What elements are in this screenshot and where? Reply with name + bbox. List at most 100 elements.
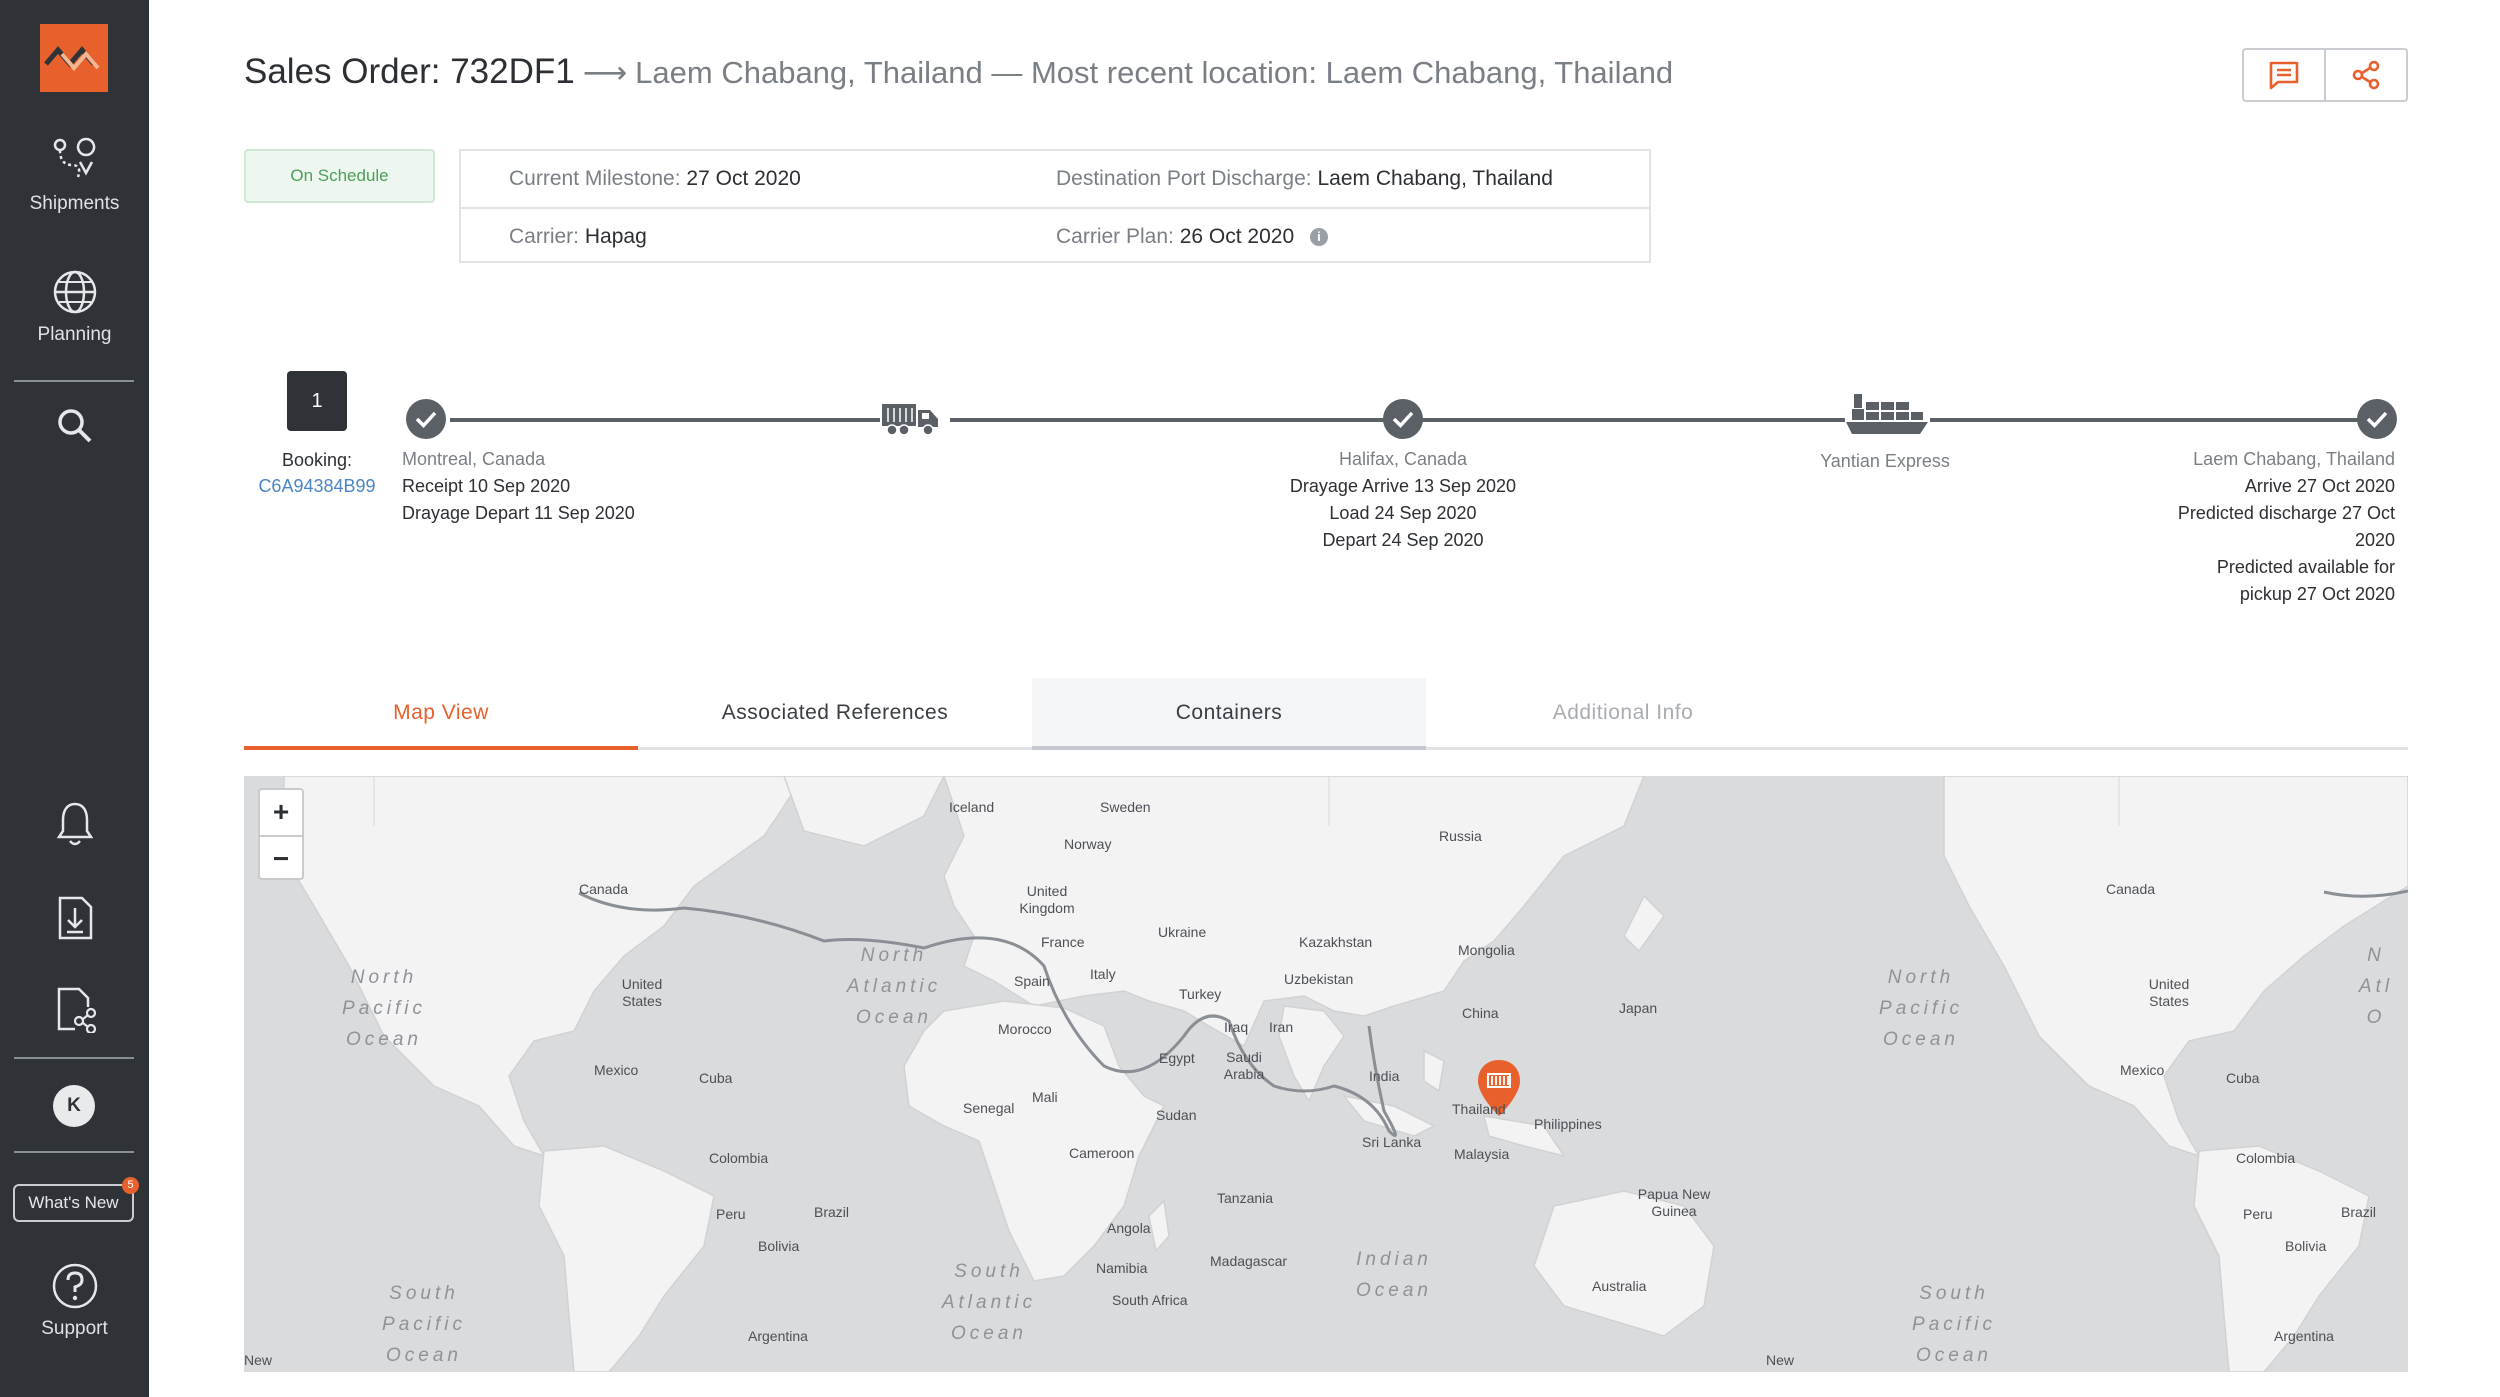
map-label: Angola <box>1107 1220 1151 1236</box>
ocean-label: South Pacific Ocean <box>1912 1283 1996 1366</box>
map-label: Philippines <box>1534 1116 1602 1132</box>
download-document-icon <box>58 896 92 940</box>
ocean-label: North Pacific Ocean <box>1879 967 1963 1050</box>
map-label: Argentina <box>748 1328 808 1344</box>
bell-icon <box>56 802 93 846</box>
stop-place: Halifax, Canada <box>1338 449 1468 469</box>
map-label: Bolivia <box>2285 1238 2327 1254</box>
map-label: Mongolia <box>1458 942 1515 958</box>
sidebar-support[interactable]: Support <box>0 1262 149 1340</box>
stop-event: Depart 24 Sep 2020 <box>1322 530 1484 550</box>
sidebar-notifications[interactable] <box>0 800 149 848</box>
map-label: China <box>1462 1005 1499 1021</box>
avatar[interactable]: K <box>53 1085 95 1127</box>
map-label: South Africa <box>1112 1292 1188 1308</box>
page-subtitle: Laem Chabang, Thailand — Most recent loc… <box>635 55 1674 90</box>
destination-value: Laem Chabang, Thailand <box>1317 167 1553 190</box>
comment-button[interactable] <box>2244 50 2324 100</box>
milestone-check-icon <box>1383 399 1423 439</box>
sidebar-item-planning[interactable]: Planning <box>0 268 149 346</box>
help-icon <box>52 1263 97 1309</box>
sidebar-item-label: Support <box>41 1318 108 1339</box>
sidebar-shared-documents[interactable] <box>0 985 149 1033</box>
stop-place: Montreal, Canada <box>402 449 546 469</box>
map-label: Ukraine <box>1158 924 1207 940</box>
stop-event: Predicted available for <box>2216 557 2395 577</box>
map-label: Peru <box>2243 1206 2273 1222</box>
timeline-stop-origin: Montreal, Canada Receipt 10 Sep 2020 Dra… <box>402 446 635 527</box>
milestone-check-icon <box>406 399 446 439</box>
stop-place: Laem Chabang, Thailand <box>2193 449 2395 469</box>
map-label: Brazil <box>814 1204 850 1220</box>
map-label: Sweden <box>1100 799 1151 815</box>
sidebar-item-label: Shipments <box>29 193 120 214</box>
tab-map-view[interactable]: Map View <box>244 678 638 750</box>
tab-containers[interactable]: Containers <box>1032 678 1426 750</box>
ocean-label: Indian Ocean <box>1356 1249 1432 1301</box>
zoom-in-button[interactable]: + <box>260 790 302 835</box>
info-row: Current Milestone: 27 Oct 2020 Destinati… <box>461 151 1649 207</box>
map-label: Norway <box>1064 836 1112 852</box>
map-label: Thailand <box>1452 1101 1506 1117</box>
map-label: Cuba <box>2226 1070 2260 1086</box>
info-icon[interactable]: i <box>1309 228 1328 246</box>
map-label: Italy <box>1090 966 1116 982</box>
carrier-plan-value: 26 Oct 2020 <box>1179 225 1295 248</box>
map-label: Turkey <box>1179 986 1222 1002</box>
sidebar-item-label: Planning <box>37 324 112 345</box>
map-label: Spain <box>1014 973 1050 989</box>
map-label: Cameroon <box>1069 1145 1135 1161</box>
globe-icon <box>53 270 96 314</box>
timeline-segment <box>1930 418 2370 422</box>
share-button[interactable] <box>2324 50 2406 100</box>
current-milestone-label: Current Milestone: <box>509 167 681 190</box>
carrier-plan: Carrier Plan: 26 Oct 2020 i <box>1056 225 1328 249</box>
tab-associated-references[interactable]: Associated References <box>638 678 1032 750</box>
zoom-control: + − <box>258 788 304 880</box>
timeline-segment <box>950 418 1385 422</box>
vessel-name: Yantian Express <box>1820 451 1950 471</box>
shipment-timeline: 1 Booking: C6A94384B99 Montreal, Canada … <box>0 360 2500 620</box>
map-label: Namibia <box>1096 1260 1148 1276</box>
route-pin-icon <box>53 137 95 178</box>
status-badge: On Schedule <box>244 149 435 203</box>
shipment-info-card: Current Milestone: 27 Oct 2020 Destinati… <box>459 149 1651 263</box>
share-document-icon <box>57 987 96 1033</box>
comment-icon <box>2269 61 2299 90</box>
shipment-map[interactable]: + − Iceland Sweden Norway Russia United … <box>244 776 2408 1372</box>
sidebar-downloads[interactable] <box>0 894 149 942</box>
map-label: Japan <box>1619 1000 1658 1016</box>
map-label: Cuba <box>699 1070 733 1086</box>
map-label: Iran <box>1269 1019 1294 1035</box>
map-label: United Kingdom <box>1019 883 1075 916</box>
ocean-label: South Pacific Ocean <box>382 1283 466 1366</box>
page-title: Sales Order: 732DF1 ⟶ Laem Chabang, Thaila… <box>244 52 1673 92</box>
map-label: Kazakhstan <box>1299 934 1373 950</box>
map-label: Egypt <box>1159 1050 1195 1066</box>
zoom-out-button[interactable]: − <box>260 835 302 880</box>
booking-id-link[interactable]: C6A94384B99 <box>240 476 394 497</box>
current-milestone: Current Milestone: 27 Oct 2020 <box>509 167 801 191</box>
booking-label: Booking: <box>281 450 353 470</box>
stop-event: Predicted discharge 27 Oct <box>2177 503 2395 523</box>
carrier: Carrier: Hapag <box>509 225 647 249</box>
sidebar-item-shipments[interactable]: Shipments <box>0 135 149 215</box>
map-label: Sudan <box>1156 1107 1197 1123</box>
arrow-icon: ⟶ <box>582 55 628 90</box>
map-label: Canada <box>579 881 629 897</box>
ship-icon <box>1844 390 1930 443</box>
map-canvas <box>283 776 2408 1372</box>
map-label: Sri Lanka <box>1362 1134 1422 1150</box>
map-label: Iraq <box>1224 1019 1249 1035</box>
timeline-stop-vessel: Yantian Express <box>1745 448 2025 475</box>
info-row: Carrier: Hapag Carrier Plan: 26 Oct 2020… <box>461 207 1649 263</box>
map-label: India <box>1369 1068 1400 1084</box>
stop-event: Arrive 27 Oct 2020 <box>2244 476 2395 496</box>
whats-new-button[interactable]: What's New 5 <box>13 1177 139 1222</box>
stop-event: Load 24 Sep 2020 <box>1329 503 1477 523</box>
app-logo[interactable] <box>40 24 108 92</box>
stop-event: 2020 <box>2354 530 2395 550</box>
tab-additional-info: Additional Info <box>1552 701 1694 724</box>
whats-new-label: What's New <box>28 1193 119 1212</box>
map-label: Madagascar <box>1210 1253 1288 1269</box>
